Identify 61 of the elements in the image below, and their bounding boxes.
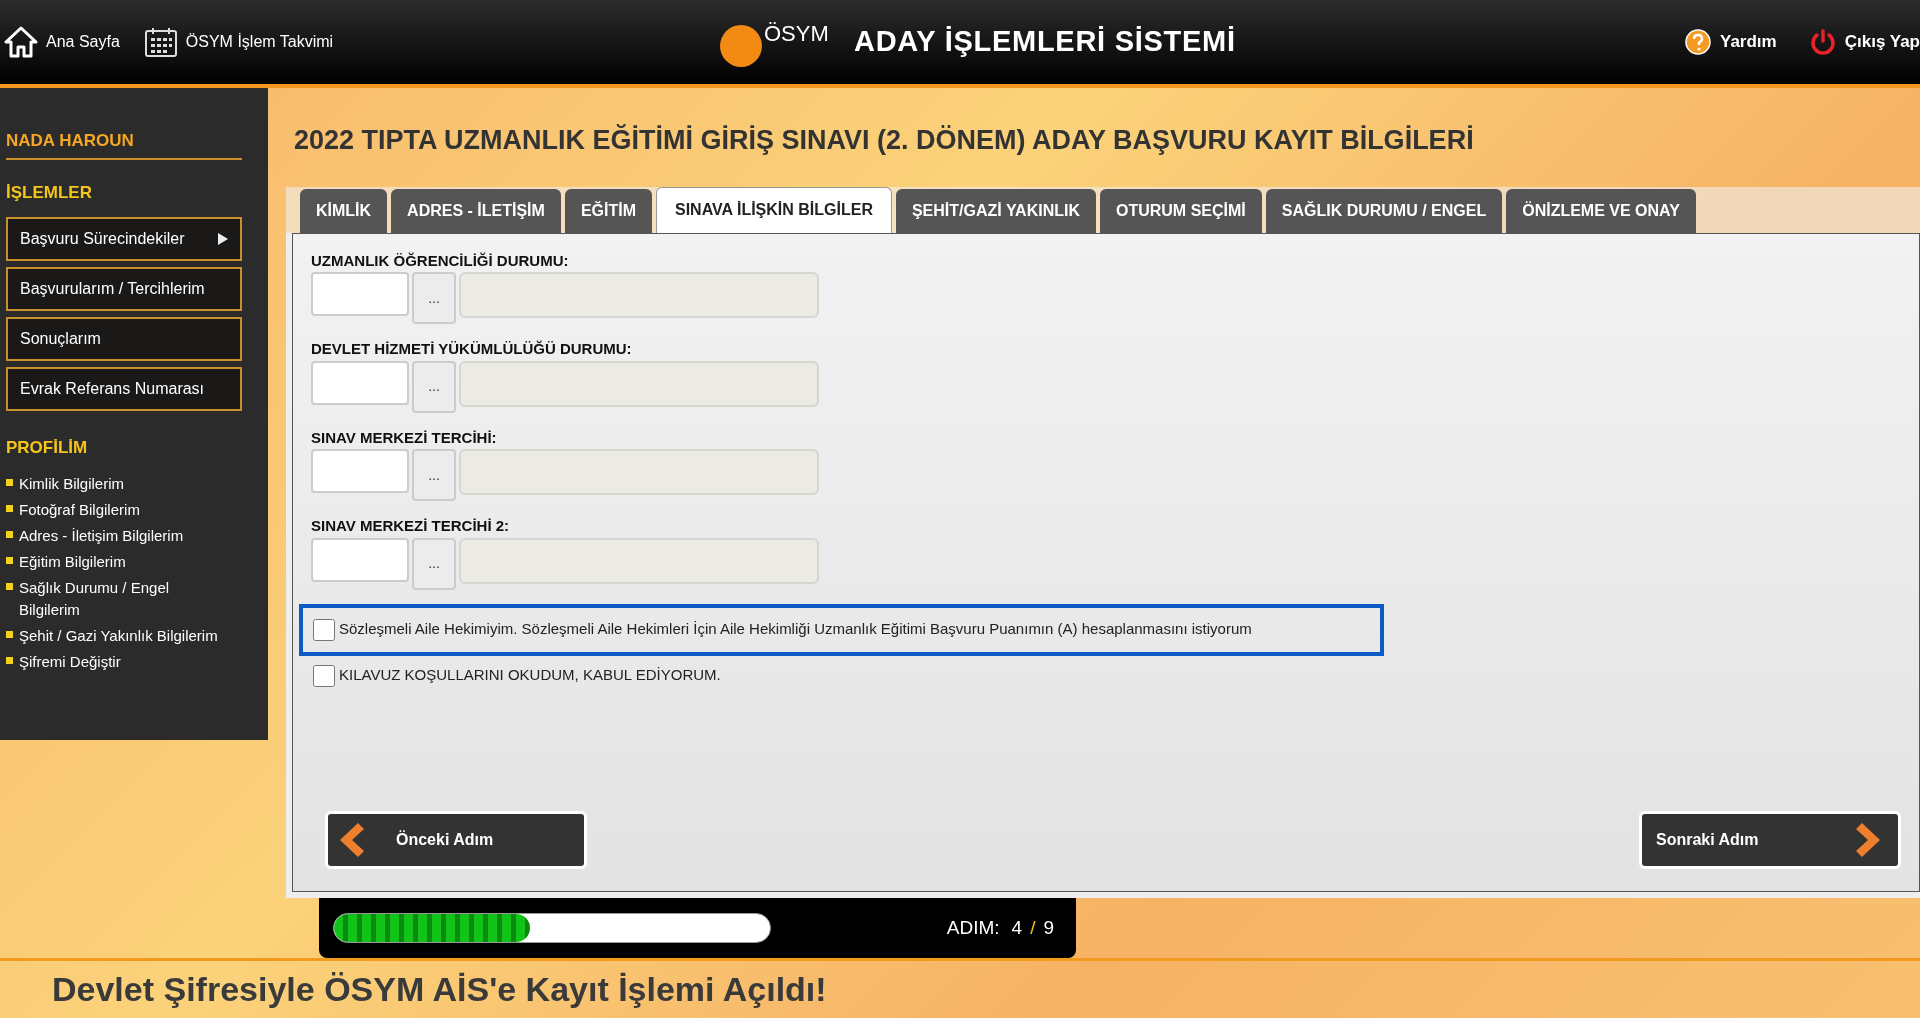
lookup-button[interactable]: ...: [412, 537, 456, 590]
page-title: 2022 TIPTA UZMANLIK EĞİTİMİ GİRİŞ SINAVI (2. DÖNEM) ADAY BAŞVURU KAYIT BİLGİLERİ: [294, 123, 1475, 157]
bullet-icon: [6, 504, 13, 512]
tab[interactable]: KİMLİK: [300, 188, 388, 233]
step-counter: ADIM: 4 / 9: [946, 915, 1054, 940]
bullet-icon: [6, 530, 13, 538]
menu-item[interactable]: Başvuru Sürecindekiler: [6, 217, 242, 261]
calendar-icon: [143, 26, 178, 58]
menu-item[interactable]: Sonuçlarım: [6, 317, 242, 361]
code-input[interactable]: [311, 449, 409, 493]
section-title: PROFİLİM: [6, 437, 89, 459]
header-link[interactable]: Yardım: [1684, 28, 1777, 56]
nav-link[interactable]: Ana Sayfa: [4, 26, 120, 58]
field-label: DEVLET HİZMETİ YÜKÜMLÜLÜĞÜ DURUMU:: [311, 339, 633, 359]
lookup-button[interactable]: ...: [412, 360, 456, 413]
bullet-icon: [6, 630, 13, 638]
profile-link[interactable]: Kimlik Bilgilerim: [19, 472, 219, 495]
help-icon: [1684, 28, 1712, 56]
menu-item[interactable]: Evrak Referans Numarası: [6, 367, 242, 411]
app-title: ADAY İŞLEMLERİ SİSTEMİ: [854, 24, 1236, 60]
bullet-icon: [6, 556, 13, 564]
profile-link[interactable]: Şifremi Değiştir: [19, 650, 219, 673]
checkbox-option[interactable]: KILAVUZ KOŞULLARINI OKUDUM, KABUL EDİYORUM.: [313, 655, 1919, 696]
bullet-icon: [6, 478, 13, 486]
arrow-icon: [218, 233, 228, 245]
tab[interactable]: ADRES - İLETİŞİM: [391, 188, 561, 233]
news-headline[interactable]: Devlet Şifresiyle ÖSYM AİS'e Kayıt İşlemi Açıldı!: [52, 964, 827, 1015]
tab[interactable]: ŞEHİT/GAZİ YAKINLIK: [895, 188, 1096, 233]
bullet-icon: [6, 656, 13, 664]
profile-link[interactable]: Sağlık Durumu / Engel Bilgilerim: [19, 576, 219, 621]
power-icon: [1808, 28, 1837, 56]
lookup-button[interactable]: ...: [412, 449, 456, 501]
tab[interactable]: SAĞLIK DURUMU / ENGEL: [1265, 188, 1503, 233]
profile-link[interactable]: Eğitim Bilgilerim: [19, 550, 219, 573]
tab[interactable]: SINAVA İLİŞKİN BİLGİLER: [656, 186, 892, 233]
home-icon: [4, 26, 38, 58]
tab[interactable]: ÖNİZLEME VE ONAY: [1506, 188, 1696, 233]
section-title: İŞLEMLER: [6, 181, 93, 204]
field-label: SINAV MERKEZİ TERCİHİ 2:: [311, 516, 511, 536]
profile-link[interactable]: Fotoğraf Bilgilerim: [19, 498, 219, 521]
bullet-icon: [6, 582, 13, 590]
next-step-button[interactable]: Sonraki Adım: [1639, 811, 1901, 870]
header-link[interactable]: Çıkış Yap: [1808, 28, 1920, 56]
logo: ÖSYM: [720, 17, 830, 67]
menu-item[interactable]: Başvurularım / Tercihlerim: [6, 267, 242, 311]
profile-link[interactable]: Adres - İletişim Bilgilerim: [19, 524, 219, 547]
code-input[interactable]: [311, 537, 409, 582]
previous-step-button[interactable]: Önceki Adım: [325, 811, 587, 870]
checkbox[interactable]: [313, 618, 335, 641]
field-label: UZMANLIK ÖĞRENCİLİĞİ DURUMU:: [311, 250, 570, 271]
tab[interactable]: OTURUM SEÇİMİ: [1099, 188, 1262, 233]
field-label: SINAV MERKEZİ TERCİHİ:: [311, 427, 498, 448]
profile-link[interactable]: Şehit / Gazi Yakınlık Bilgilerim: [19, 624, 219, 647]
code-input[interactable]: [311, 272, 409, 316]
checkbox[interactable]: [313, 664, 335, 687]
checkbox-option[interactable]: Sözleşmeli Aile Hekimiyim. Sözleşmeli Aile Hekimleri İçin Aile Hekimliği Uzmanlık Eğitimi Başvuru Puanımın (A) hesaplanmasını istiyorum: [299, 603, 1384, 656]
nav-link[interactable]: ÖSYM İşlem Takvimi: [143, 26, 334, 58]
lookup-button[interactable]: ...: [412, 272, 456, 324]
user-name: NADA HAROUN: [6, 128, 242, 160]
tab[interactable]: EĞİTİM: [564, 188, 652, 233]
code-input[interactable]: [311, 360, 409, 405]
